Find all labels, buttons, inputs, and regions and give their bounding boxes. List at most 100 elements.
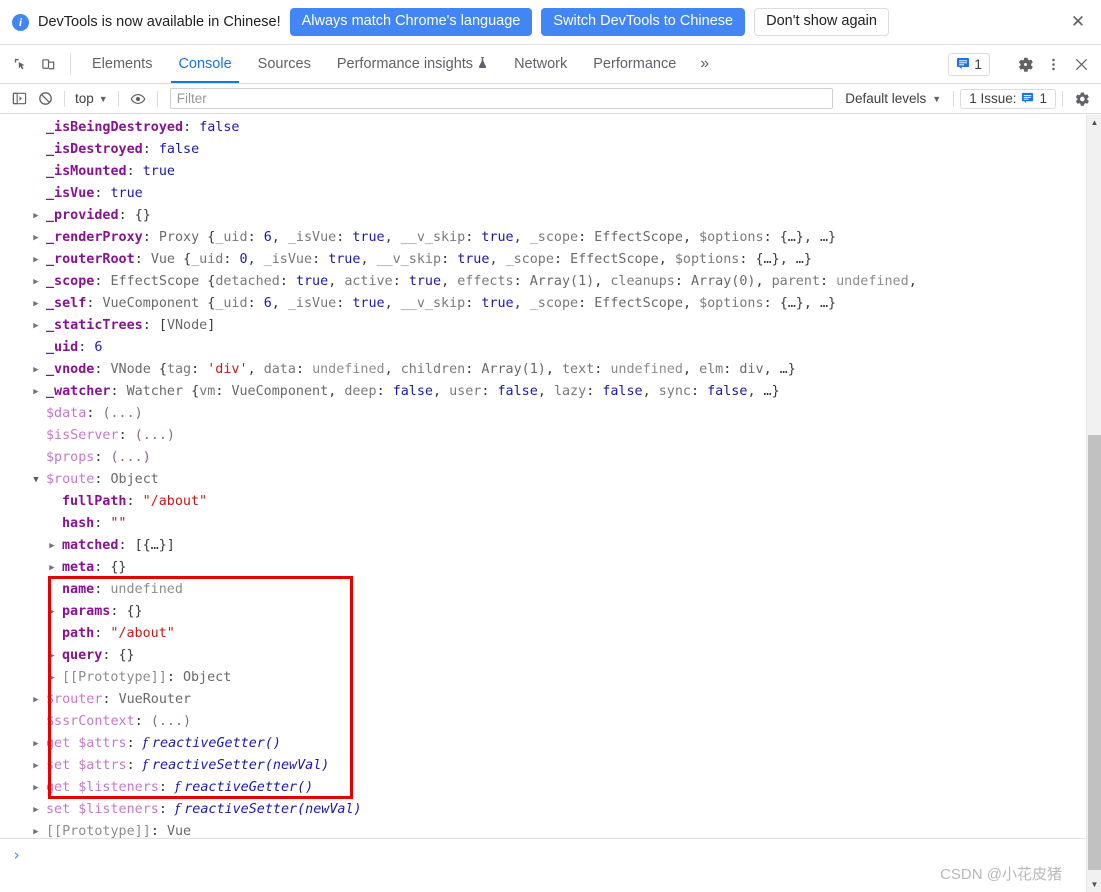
property-name: _isDestroyed <box>46 142 143 157</box>
console-property-row[interactable]: name: undefined <box>46 579 1086 601</box>
disclosure-triangle-closed-icon[interactable]: ▶ <box>30 733 42 755</box>
value-token: , <box>682 362 700 377</box>
console-property-row[interactable]: ▶ [[Prototype]]: Object <box>46 667 1086 689</box>
always-match-chrome-language-button[interactable]: Always match Chrome's language <box>289 7 533 37</box>
console-property-row[interactable]: ▶ matched: [{…}] <box>46 535 1086 557</box>
property-value: "" <box>110 516 127 531</box>
console-property-row[interactable]: _isBeingDestroyed: false <box>46 117 1086 139</box>
console-property-row[interactable]: ▶ _staticTrees: [VNode] <box>33 315 1086 337</box>
console-property-row[interactable]: ▶ set $attrs: f reactiveSetter(newVal) <box>33 755 1086 777</box>
console-property-row[interactable]: $ssrContext: (...) <box>46 711 1086 733</box>
console-property-row[interactable]: _isMounted: true <box>46 161 1086 183</box>
console-property-row[interactable]: ▶ [[Prototype]]: Vue <box>33 821 1086 838</box>
log-levels-dropdown[interactable]: Default levels ▼ <box>839 91 947 106</box>
live-expression-eye-icon[interactable] <box>125 86 151 112</box>
value-token: : <box>553 252 571 267</box>
device-toolbar-icon[interactable] <box>34 45 62 83</box>
scroll-up-arrow-icon[interactable]: ▲ <box>1087 115 1101 130</box>
console-property-row[interactable]: ▶ _vnode: VNode {tag: 'div', data: undefi… <box>33 359 1086 381</box>
console-property-row[interactable]: ▶ _provided: {} <box>33 205 1086 227</box>
console-output[interactable]: _isBeingDestroyed: false _isDestroyed: fa… <box>0 115 1101 838</box>
console-property-row[interactable]: ▶ params: {} <box>46 601 1086 623</box>
value-token: data <box>263 362 296 377</box>
console-property-row[interactable]: ▶ _scope: EffectScope {detached: true, ac… <box>33 271 1086 293</box>
tab-elements[interactable]: Elements <box>79 45 165 83</box>
function-name: reactiveSetter(newVal) <box>151 758 330 773</box>
disclosure-triangle-closed-icon[interactable]: ▶ <box>46 667 58 689</box>
kebab-menu-icon[interactable] <box>1039 50 1067 78</box>
close-icon[interactable]: ✕ <box>1065 9 1091 35</box>
switch-devtools-to-chinese-button[interactable]: Switch DevTools to Chinese <box>541 7 746 37</box>
issues-counter-button[interactable]: 1 <box>948 52 990 76</box>
info-icon: i <box>12 13 29 31</box>
close-icon[interactable] <box>1067 50 1095 78</box>
more-tabs-chevron-icon[interactable]: » <box>689 45 720 83</box>
disclosure-triangle-closed-icon[interactable]: ▶ <box>30 821 42 838</box>
console-property-row[interactable]: $props: (...) <box>46 447 1086 469</box>
scroll-down-arrow-icon[interactable]: ▼ <box>1087 877 1101 892</box>
tab-console[interactable]: Console <box>165 45 244 83</box>
console-vertical-scrollbar[interactable]: ▲ ▼ <box>1086 115 1101 892</box>
value-token: : <box>279 274 296 289</box>
console-property-row[interactable]: ▶ set $listeners: f reactiveSetter(newVal… <box>33 799 1086 821</box>
disclosure-triangle-closed-icon[interactable]: ▶ <box>30 293 42 315</box>
console-property-row[interactable]: _isDestroyed: false <box>46 139 1086 161</box>
console-settings-gear-icon[interactable] <box>1069 86 1095 112</box>
value-token: : <box>465 296 482 311</box>
tab-performance[interactable]: Performance <box>580 45 689 83</box>
property-value: {} <box>118 648 135 663</box>
disclosure-triangle-closed-icon[interactable]: ▶ <box>30 359 42 381</box>
console-prompt[interactable]: › CSDN @小花皮猪 <box>0 838 1086 892</box>
disclosure-triangle-closed-icon[interactable]: ▶ <box>30 205 42 227</box>
value-token: undefined <box>312 362 385 377</box>
javascript-context-selector[interactable]: top ▼ <box>71 91 112 106</box>
scrollbar-thumb[interactable] <box>1088 435 1101 870</box>
disclosure-triangle-closed-icon[interactable]: ▶ <box>30 315 42 337</box>
tab-network[interactable]: Network <box>501 45 580 83</box>
disclosure-triangle-closed-icon[interactable]: ▶ <box>30 689 42 711</box>
console-property-row[interactable]: ▼ $route: Object <box>33 469 1086 491</box>
disclosure-triangle-closed-icon[interactable]: ▶ <box>30 271 42 293</box>
issues-status-button[interactable]: 1 Issue: 1 <box>960 88 1056 109</box>
value-token: , …} <box>779 252 812 267</box>
value-token: , …} <box>803 230 837 245</box>
console-property-row[interactable]: hash: "" <box>46 513 1086 535</box>
disclosure-triangle-open-icon[interactable]: ▼ <box>30 469 42 491</box>
console-property-row[interactable]: fullPath: "/about" <box>46 491 1086 513</box>
value-token: , <box>360 252 377 267</box>
console-property-row[interactable]: $data: (...) <box>46 403 1086 425</box>
tab-performance-insights[interactable]: Performance insights <box>324 45 501 83</box>
console-property-row[interactable]: _isVue: true <box>46 183 1086 205</box>
property-name: meta <box>62 560 95 575</box>
disclosure-triangle-closed-icon[interactable]: ▶ <box>30 777 42 799</box>
console-sidebar-icon[interactable] <box>6 86 32 112</box>
dont-show-again-button[interactable]: Don't show again <box>754 7 889 37</box>
console-property-row[interactable]: path: "/about" <box>46 623 1086 645</box>
disclosure-triangle-closed-icon[interactable]: ▶ <box>30 249 42 271</box>
console-property-row[interactable]: ▶ get $attrs: f reactiveGetter() <box>33 733 1086 755</box>
console-property-row[interactable]: ▶ meta: {} <box>46 557 1086 579</box>
console-property-row[interactable]: ▶ get $listeners: f reactiveGetter() <box>33 777 1086 799</box>
value-token: : <box>594 362 611 377</box>
disclosure-triangle-closed-icon[interactable]: ▶ <box>30 755 42 777</box>
console-property-row[interactable]: ▶ _routerRoot: Vue {_uid: 0, _isVue: true… <box>33 249 1086 271</box>
disclosure-triangle-closed-icon[interactable]: ▶ <box>46 557 58 579</box>
filter-input[interactable] <box>169 88 834 109</box>
tab-sources[interactable]: Sources <box>245 45 324 83</box>
disclosure-triangle-closed-icon[interactable]: ▶ <box>46 601 58 623</box>
console-property-row[interactable]: ▶ _self: VueComponent {_uid: 6, _isVue: t… <box>33 293 1086 315</box>
console-property-row[interactable]: ▶ $router: VueRouter <box>33 689 1086 711</box>
console-property-row[interactable]: _uid: 6 <box>46 337 1086 359</box>
console-property-row[interactable]: ▶ query: {} <box>46 645 1086 667</box>
disclosure-triangle-closed-icon[interactable]: ▶ <box>30 227 42 249</box>
clear-console-icon[interactable] <box>32 86 58 112</box>
disclosure-triangle-closed-icon[interactable]: ▶ <box>46 535 58 557</box>
gear-icon[interactable] <box>1011 50 1039 78</box>
console-property-row[interactable]: ▶ _renderProxy: Proxy {_uid: 6, _isVue: t… <box>33 227 1086 249</box>
disclosure-triangle-closed-icon[interactable]: ▶ <box>30 381 42 403</box>
disclosure-triangle-closed-icon[interactable]: ▶ <box>30 799 42 821</box>
console-property-row[interactable]: $isServer: (...) <box>46 425 1086 447</box>
console-property-row[interactable]: ▶ _watcher: Watcher {vm: VueComponent, de… <box>33 381 1086 403</box>
inspect-element-icon[interactable] <box>6 45 34 83</box>
disclosure-triangle-closed-icon[interactable]: ▶ <box>46 645 58 667</box>
